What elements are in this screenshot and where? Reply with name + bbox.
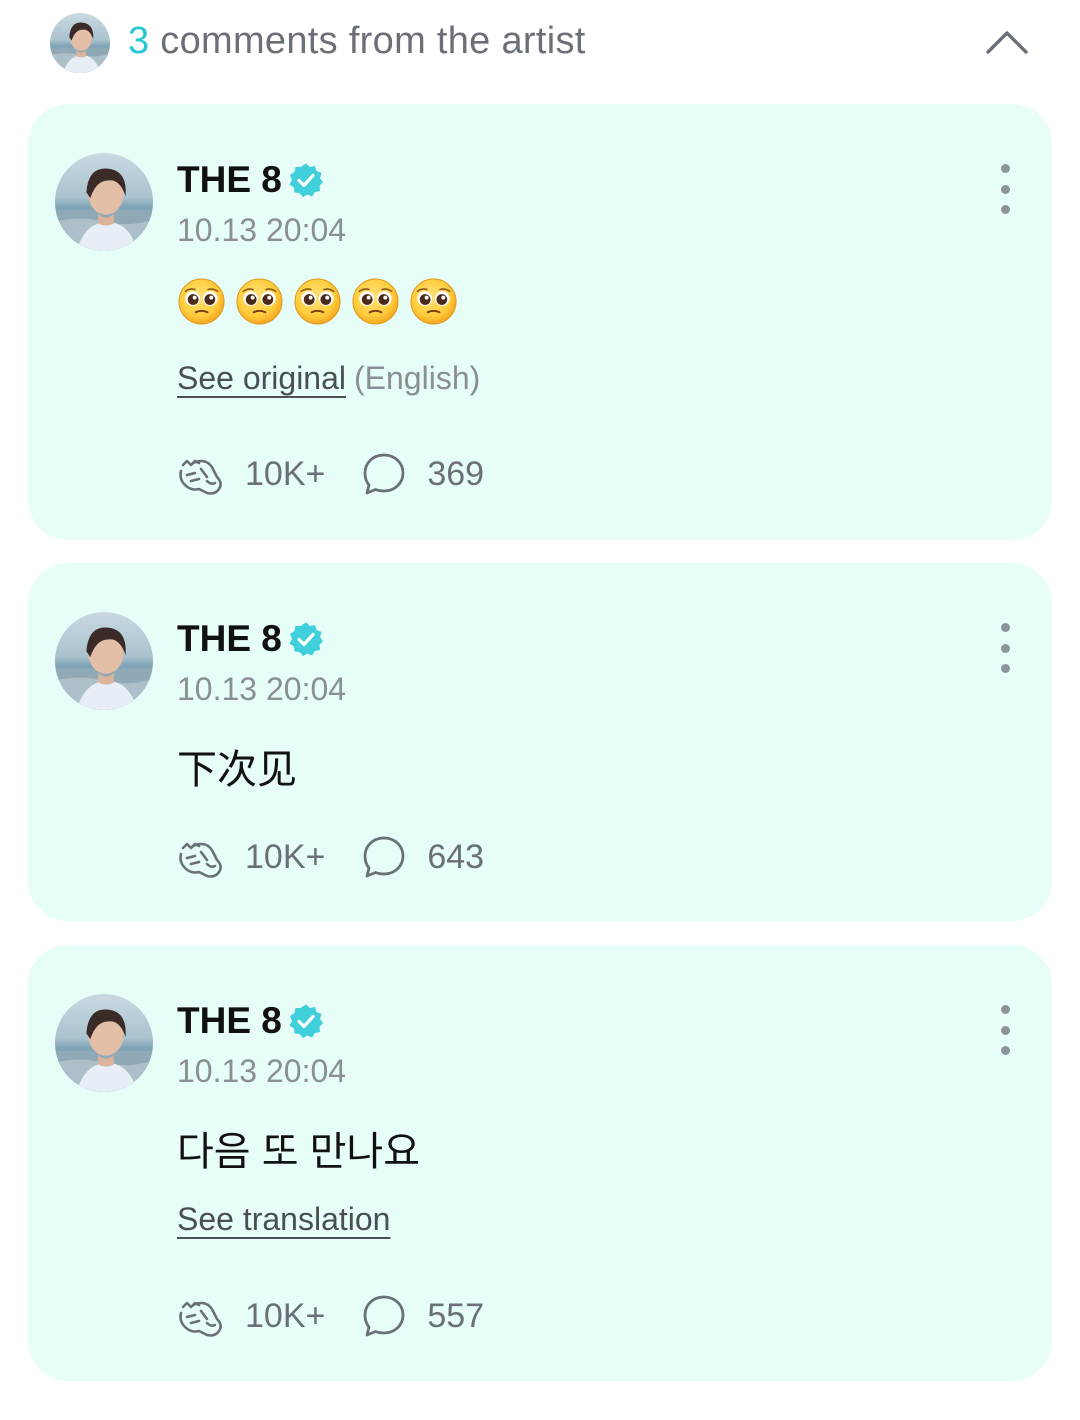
author-name[interactable]: THE 8 <box>177 159 324 201</box>
comment-count: 3 <box>128 20 150 62</box>
dot <box>1000 1046 1010 1055</box>
comment-card: THE 8 10.13 20:04 다음 또 만나요 See translati… <box>28 945 1052 1381</box>
dot <box>1000 643 1010 653</box>
see-translation-row: See translation <box>177 1201 390 1238</box>
comment-stats: 10K+ 369 <box>177 451 484 497</box>
see-original-row: See original (English) <box>177 360 480 397</box>
verified-icon <box>288 162 324 198</box>
comment-stats: 10K+ 557 <box>177 1293 484 1339</box>
author-avatar[interactable] <box>55 612 153 710</box>
comment-stats: 10K+ 643 <box>177 834 484 880</box>
artist-avatar <box>50 13 110 73</box>
pleading-face-emoji <box>409 277 458 326</box>
more-options-button[interactable] <box>990 1005 1020 1055</box>
original-language: (English) <box>354 360 481 396</box>
comment-bubble-icon <box>361 1293 407 1339</box>
header-title: 3 comments from the artist <box>128 20 586 63</box>
dot <box>1000 184 1010 194</box>
comment-card: THE 8 10.13 20:04 下次见 10K+ 643 <box>28 563 1052 921</box>
see-original-link[interactable]: See original <box>177 360 346 396</box>
comment-time: 10.13 20:04 <box>177 671 347 707</box>
dot <box>1000 1025 1010 1035</box>
author-name-text: THE 8 <box>177 1000 282 1041</box>
comment-time: 10.13 20:04 <box>177 1053 347 1089</box>
cheer-icon <box>177 834 225 880</box>
dot <box>1000 205 1010 214</box>
dot <box>1000 164 1010 173</box>
author-name[interactable]: THE 8 <box>177 618 324 660</box>
see-translation-link[interactable]: See translation <box>177 1201 390 1237</box>
pleading-face-emoji <box>293 277 342 326</box>
comment-text: 下次见 <box>177 748 297 792</box>
reply-button[interactable]: 643 <box>361 834 484 880</box>
reply-button[interactable]: 557 <box>361 1293 484 1339</box>
dot <box>1000 623 1010 632</box>
cheer-icon <box>177 451 225 497</box>
cheer-button[interactable]: 10K+ <box>177 1293 325 1339</box>
author-name[interactable]: THE 8 <box>177 1000 324 1042</box>
dot <box>1000 1005 1010 1014</box>
cheer-button[interactable]: 10K+ <box>177 834 325 880</box>
chevron-up-icon <box>986 31 1028 54</box>
reply-count: 557 <box>427 1296 485 1335</box>
author-avatar[interactable] <box>55 153 153 251</box>
verified-icon <box>288 1003 324 1039</box>
verified-icon <box>288 621 324 657</box>
reply-count: 369 <box>427 454 485 493</box>
author-name-text: THE 8 <box>177 618 282 659</box>
dot <box>1000 664 1010 673</box>
comments-header[interactable]: 3 comments from the artist <box>0 0 1080 90</box>
cheer-count: 10K+ <box>245 1296 326 1335</box>
comment-bubble-icon <box>361 834 407 880</box>
reply-count: 643 <box>427 837 485 876</box>
more-options-button[interactable] <box>990 623 1020 673</box>
pleading-face-emoji <box>235 277 284 326</box>
reply-button[interactable]: 369 <box>361 451 484 497</box>
comment-time: 10.13 20:04 <box>177 212 347 248</box>
header-title-text: comments from the artist <box>149 20 586 62</box>
cheer-icon <box>177 1293 225 1339</box>
author-avatar[interactable] <box>55 994 153 1092</box>
comment-text: 다음 또 만나요 <box>177 1130 421 1174</box>
cheer-count: 10K+ <box>245 837 326 876</box>
comment-emoji-message <box>177 277 458 326</box>
cheer-button[interactable]: 10K+ <box>177 451 325 497</box>
comment-card: THE 8 10.13 20:04 See original (English) … <box>28 104 1052 540</box>
collapse-button[interactable] <box>982 22 1032 62</box>
comment-bubble-icon <box>361 451 407 497</box>
author-name-text: THE 8 <box>177 159 282 200</box>
more-options-button[interactable] <box>990 164 1020 214</box>
pleading-face-emoji <box>177 277 226 326</box>
cheer-count: 10K+ <box>245 454 326 493</box>
pleading-face-emoji <box>351 277 400 326</box>
